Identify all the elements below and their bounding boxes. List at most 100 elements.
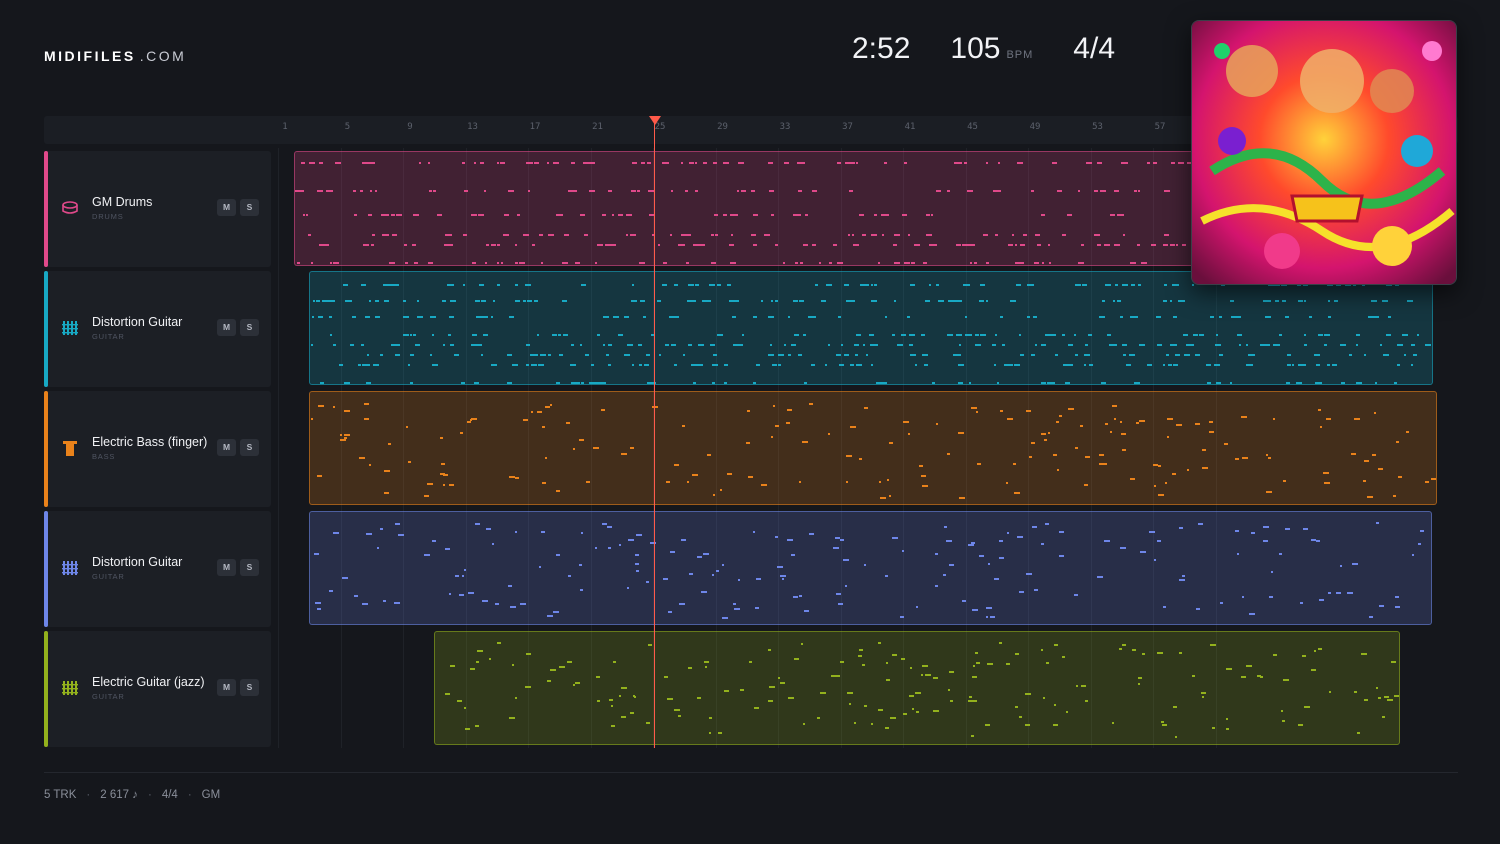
mute-button[interactable]: M bbox=[217, 319, 236, 336]
midi-note bbox=[1431, 478, 1436, 481]
midi-note bbox=[769, 685, 776, 688]
midi-note bbox=[359, 457, 366, 459]
playhead-line[interactable] bbox=[654, 116, 655, 748]
solo-button[interactable]: S bbox=[240, 679, 259, 696]
track-name: Distortion Guitar bbox=[92, 555, 183, 569]
midi-note bbox=[1265, 316, 1269, 318]
note-count: 2 617 ♪ bbox=[100, 789, 138, 801]
midi-note bbox=[617, 214, 623, 216]
midi-note bbox=[1367, 316, 1371, 318]
midi-note bbox=[836, 674, 841, 677]
midi-note bbox=[1085, 455, 1090, 458]
midi-note bbox=[995, 234, 999, 236]
midi-note bbox=[308, 234, 312, 236]
midi-note bbox=[673, 708, 680, 711]
midi-note bbox=[901, 334, 907, 336]
midi-note bbox=[783, 162, 789, 164]
midi-clip[interactable] bbox=[434, 631, 1400, 745]
midi-note bbox=[1068, 407, 1075, 410]
midi-note bbox=[1250, 354, 1255, 356]
midi-note bbox=[1007, 244, 1013, 246]
track-lane[interactable]: GM Drums DRUMS M S bbox=[44, 151, 271, 267]
solo-button[interactable]: S bbox=[240, 199, 259, 216]
midi-note bbox=[375, 300, 380, 302]
playhead-handle[interactable] bbox=[649, 116, 661, 125]
midi-note bbox=[503, 214, 509, 216]
track-lane[interactable]: Distortion Guitar GUITAR M S bbox=[44, 271, 271, 387]
midi-note bbox=[1404, 354, 1407, 356]
midi-note bbox=[305, 214, 308, 216]
midi-note bbox=[1054, 644, 1058, 647]
midi-note bbox=[870, 284, 873, 286]
midi-note bbox=[548, 354, 552, 356]
footer-summary: 5 TRK · 2 617 ♪ · 4/4 · GM bbox=[44, 789, 220, 801]
midi-clip[interactable] bbox=[309, 511, 1432, 625]
midi-note bbox=[1241, 415, 1248, 418]
midi-note bbox=[1273, 418, 1276, 421]
mute-button[interactable]: M bbox=[217, 199, 236, 216]
midi-note bbox=[1153, 558, 1156, 561]
midi-note bbox=[1048, 244, 1051, 246]
track-lane[interactable]: Distortion Guitar GUITAR M S bbox=[44, 511, 271, 627]
midi-note bbox=[1231, 316, 1237, 318]
midi-note bbox=[522, 300, 526, 302]
midi-note bbox=[998, 557, 1004, 560]
midi-note bbox=[821, 300, 827, 302]
midi-note bbox=[986, 662, 993, 665]
midi-note bbox=[449, 300, 456, 302]
midi-note bbox=[477, 214, 484, 216]
brand-logo[interactable]: MIDIFILES .COM bbox=[44, 48, 186, 64]
midi-note bbox=[601, 408, 606, 411]
midi-note bbox=[1152, 162, 1157, 164]
track-lane[interactable]: Electric Guitar (jazz) GUITAR M S bbox=[44, 631, 271, 747]
footer-separator: · bbox=[187, 789, 192, 801]
midi-note bbox=[344, 436, 348, 439]
midi-note bbox=[1376, 686, 1379, 689]
midi-note bbox=[770, 214, 774, 216]
midi-note bbox=[1008, 364, 1013, 366]
midi-note bbox=[567, 190, 574, 192]
midi-note bbox=[879, 496, 886, 499]
midi-note bbox=[506, 354, 512, 356]
midi-note bbox=[1242, 595, 1245, 598]
mute-button[interactable]: M bbox=[217, 439, 236, 456]
midi-note bbox=[800, 262, 804, 264]
midi-note bbox=[319, 244, 326, 246]
midi-clip[interactable] bbox=[309, 391, 1437, 505]
midi-note bbox=[567, 574, 571, 577]
midi-note bbox=[870, 300, 877, 302]
solo-button[interactable]: S bbox=[240, 559, 259, 576]
midi-note bbox=[671, 344, 677, 346]
midi-note bbox=[1007, 417, 1014, 420]
midi-note bbox=[574, 382, 580, 384]
midi-note bbox=[930, 214, 933, 216]
midi-note bbox=[804, 610, 810, 613]
midi-note bbox=[555, 214, 559, 216]
midi-note bbox=[988, 562, 991, 565]
midi-note bbox=[558, 334, 562, 336]
midi-note bbox=[1201, 448, 1206, 451]
midi-note bbox=[900, 616, 905, 619]
midi-note bbox=[1360, 382, 1363, 384]
solo-button[interactable]: S bbox=[240, 439, 259, 456]
midi-note bbox=[985, 162, 988, 164]
midi-note bbox=[404, 262, 408, 264]
midi-note bbox=[1103, 244, 1108, 246]
mute-button[interactable]: M bbox=[217, 559, 236, 576]
midi-note bbox=[902, 214, 908, 216]
midi-note bbox=[1286, 382, 1291, 384]
midi-note bbox=[1150, 244, 1156, 246]
solo-button[interactable]: S bbox=[240, 319, 259, 336]
midi-note bbox=[1319, 425, 1322, 428]
midi-note bbox=[1045, 523, 1049, 526]
mute-button[interactable]: M bbox=[217, 679, 236, 696]
midi-note bbox=[1303, 528, 1308, 531]
track-lane[interactable]: Electric Bass (finger) BASS M S bbox=[44, 391, 271, 507]
midi-note bbox=[753, 707, 759, 710]
midi-note bbox=[441, 462, 446, 465]
midi-note bbox=[909, 694, 915, 697]
midi-note bbox=[742, 334, 745, 336]
midi-note bbox=[389, 262, 396, 264]
midi-clip[interactable] bbox=[309, 271, 1433, 385]
ruler-measure-label: 45 bbox=[967, 122, 978, 132]
